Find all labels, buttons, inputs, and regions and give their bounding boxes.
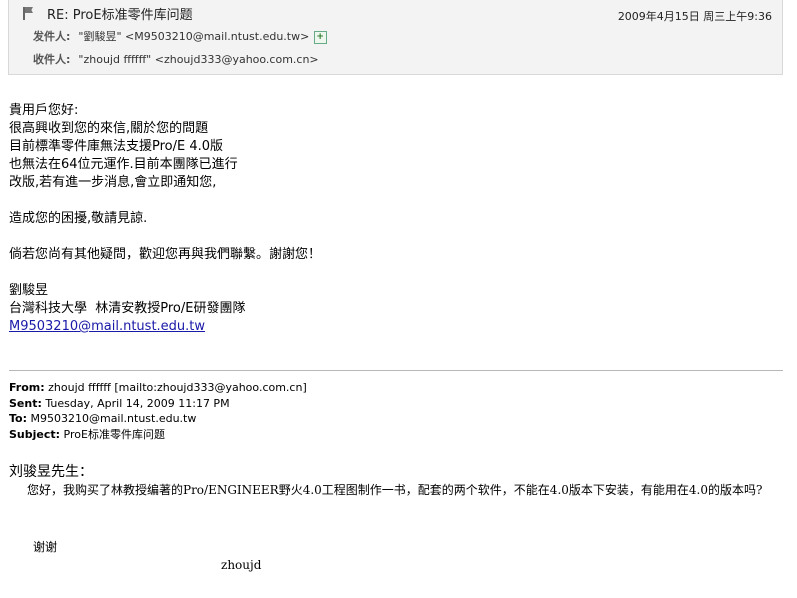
orig-sent-value: Tuesday, April 14, 2009 11:17 PM <box>41 396 230 410</box>
message-date: 2009年4月15日 周三上午9:36 <box>617 10 772 23</box>
orig-sent-row: Sent: Tuesday, April 14, 2009 11:17 PM <box>9 396 307 412</box>
quoted-signoff: zhoujd <box>221 558 262 572</box>
body-line: 目前標準零件庫無法支援Pro/E 4.0版 <box>9 139 224 154</box>
body-line <box>9 192 321 210</box>
orig-subject-value: ProE标准零件库问题 <box>60 427 165 441</box>
orig-from-label: From: <box>9 381 45 394</box>
body-line: 造成您的困擾,敬請見諒. <box>9 211 148 226</box>
body-line: 改版,若有進一步消息,會立即通知您, <box>9 175 217 190</box>
subject-row: RE: ProE标准零件库问题 <box>21 4 193 23</box>
orig-from-value: zhoujd ffffff [mailto:zhoujd333@yahoo.co… <box>44 381 307 394</box>
signature-name: 劉駿昱 <box>9 283 49 298</box>
quoted-thanks: 谢谢 <box>33 540 58 554</box>
quoted-message: 刘骏昱先生： 您好，我购买了林教授编著的Pro/ENGINEER野火4.0工程图… <box>9 462 779 499</box>
flag-icon[interactable] <box>21 6 35 20</box>
to-label: 收件人: <box>33 53 71 66</box>
body-line: 很高興收到您的來信,關於您的問題 <box>9 121 209 136</box>
from-value[interactable]: "劉駿昱" <M9503210@mail.ntust.edu.tw> <box>78 28 309 44</box>
message-subject: RE: ProE标准零件库问题 <box>47 7 193 23</box>
from-row: 发件人: "劉駿昱" <M9503210@mail.ntust.edu.tw> … <box>33 28 328 44</box>
message-body: 貴用戶您好: 很高興收到您的來信,關於您的問題 目前標準零件庫無法支援Pro/E… <box>9 102 321 336</box>
signature-email-link[interactable]: M9503210@mail.ntust.edu.tw <box>9 319 205 334</box>
orig-sent-label: Sent: <box>9 396 42 410</box>
add-contact-icon[interactable]: + <box>313 29 328 44</box>
original-message-header: From: zhoujd ffffff [mailto:zhoujd333@ya… <box>9 380 307 442</box>
body-line <box>9 264 321 282</box>
orig-to-value: M9503210@mail.ntust.edu.tw <box>27 412 197 425</box>
orig-to-row: To: M9503210@mail.ntust.edu.tw <box>9 411 307 427</box>
orig-subject-row: Subject: ProE标准零件库问题 <box>9 427 307 443</box>
body-line: 也無法在64位元運作.目前本團隊已進行 <box>9 157 238 172</box>
orig-subject-label: Subject: <box>9 427 61 441</box>
message-header: RE: ProE标准零件库问题 2009年4月15日 周三上午9:36 发件人:… <box>8 0 783 75</box>
to-row: 收件人: "zhoujd ffffff" <zhoujd333@yahoo.co… <box>33 51 319 67</box>
quoted-paragraph: 您好，我购买了林教授编著的Pro/ENGINEER野火4.0工程图制作一书，配套… <box>27 483 763 497</box>
quote-divider <box>9 370 783 371</box>
to-value[interactable]: "zhoujd ffffff" <zhoujd333@yahoo.com.cn> <box>78 53 318 66</box>
body-line <box>9 228 321 246</box>
from-label: 发件人: <box>33 30 71 43</box>
quoted-greeting: 刘骏昱先生： <box>9 464 93 480</box>
orig-to-label: To: <box>9 412 27 425</box>
signature-org: 台灣科技大學 林清安教授Pro/E研發團隊 <box>9 301 246 316</box>
orig-from-row: From: zhoujd ffffff [mailto:zhoujd333@ya… <box>9 380 307 396</box>
body-line: 貴用戶您好: <box>9 103 79 118</box>
body-line: 倘若您尚有其他疑問，歡迎您再與我們聯繫。謝謝您！ <box>9 247 322 262</box>
